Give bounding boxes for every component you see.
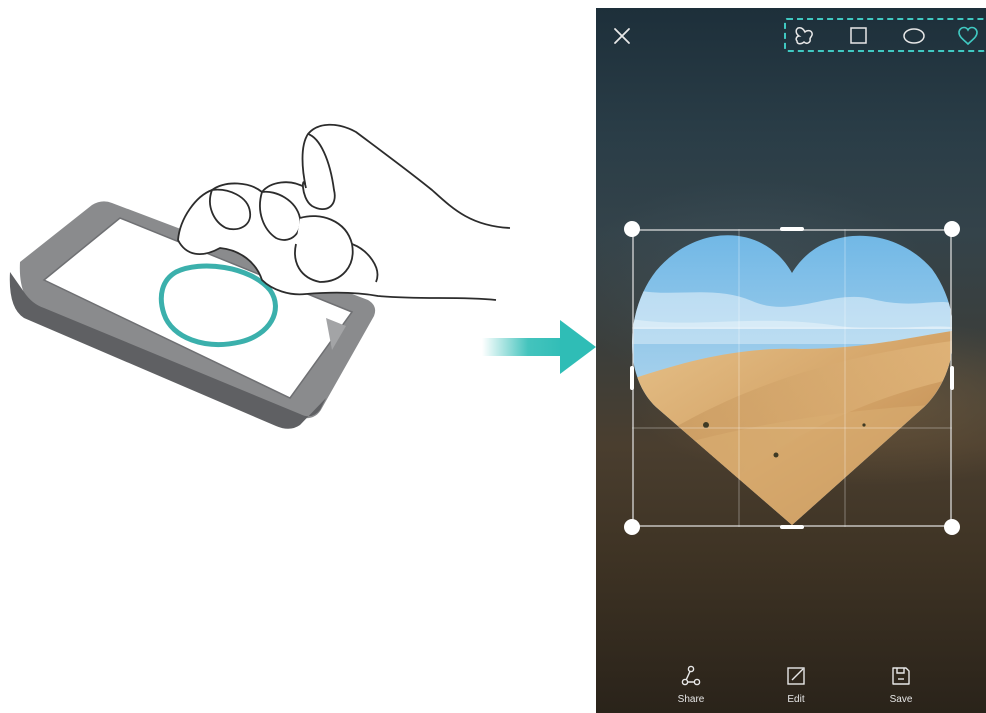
knuckle-gesture-illustration — [9, 123, 596, 429]
crop-handle-bottom-left[interactable] — [624, 519, 640, 535]
heart-shape-button[interactable] — [956, 24, 980, 48]
screenshot-edit-screen: Share Edit Save — [596, 8, 986, 713]
action-bar: Share Edit Save — [596, 658, 986, 713]
close-icon — [614, 28, 630, 44]
transition-arrow — [482, 320, 596, 374]
shape-toolbar — [784, 18, 986, 52]
share-icon — [681, 665, 701, 686]
square-shape-button[interactable] — [846, 24, 870, 48]
edit-label: Edit — [787, 694, 805, 705]
edit-button[interactable]: Edit — [766, 658, 826, 713]
heart-cropped-photo — [632, 229, 952, 527]
oval-shape-icon — [903, 28, 925, 44]
crop-handle-left[interactable] — [630, 366, 634, 390]
crop-handle-top-left[interactable] — [624, 221, 640, 237]
crop-handle-right[interactable] — [950, 366, 954, 390]
oval-shape-button[interactable] — [902, 24, 926, 48]
crop-handle-bottom[interactable] — [780, 525, 804, 529]
share-label: Share — [677, 694, 705, 705]
edit-icon — [787, 667, 805, 685]
freeform-shape-icon — [795, 27, 813, 45]
heart-crop-region[interactable] — [624, 221, 960, 535]
save-button[interactable]: Save — [871, 658, 931, 713]
freeform-shape-button[interactable] — [792, 24, 816, 48]
share-button[interactable]: Share — [661, 658, 721, 713]
crop-handle-top-right[interactable] — [944, 221, 960, 237]
crop-handle-top[interactable] — [780, 227, 804, 231]
heart-shape-icon — [958, 26, 978, 46]
save-label: Save — [889, 694, 913, 705]
square-shape-icon — [850, 27, 867, 44]
save-icon — [892, 667, 910, 685]
close-button[interactable] — [610, 24, 634, 48]
crop-handle-bottom-right[interactable] — [944, 519, 960, 535]
